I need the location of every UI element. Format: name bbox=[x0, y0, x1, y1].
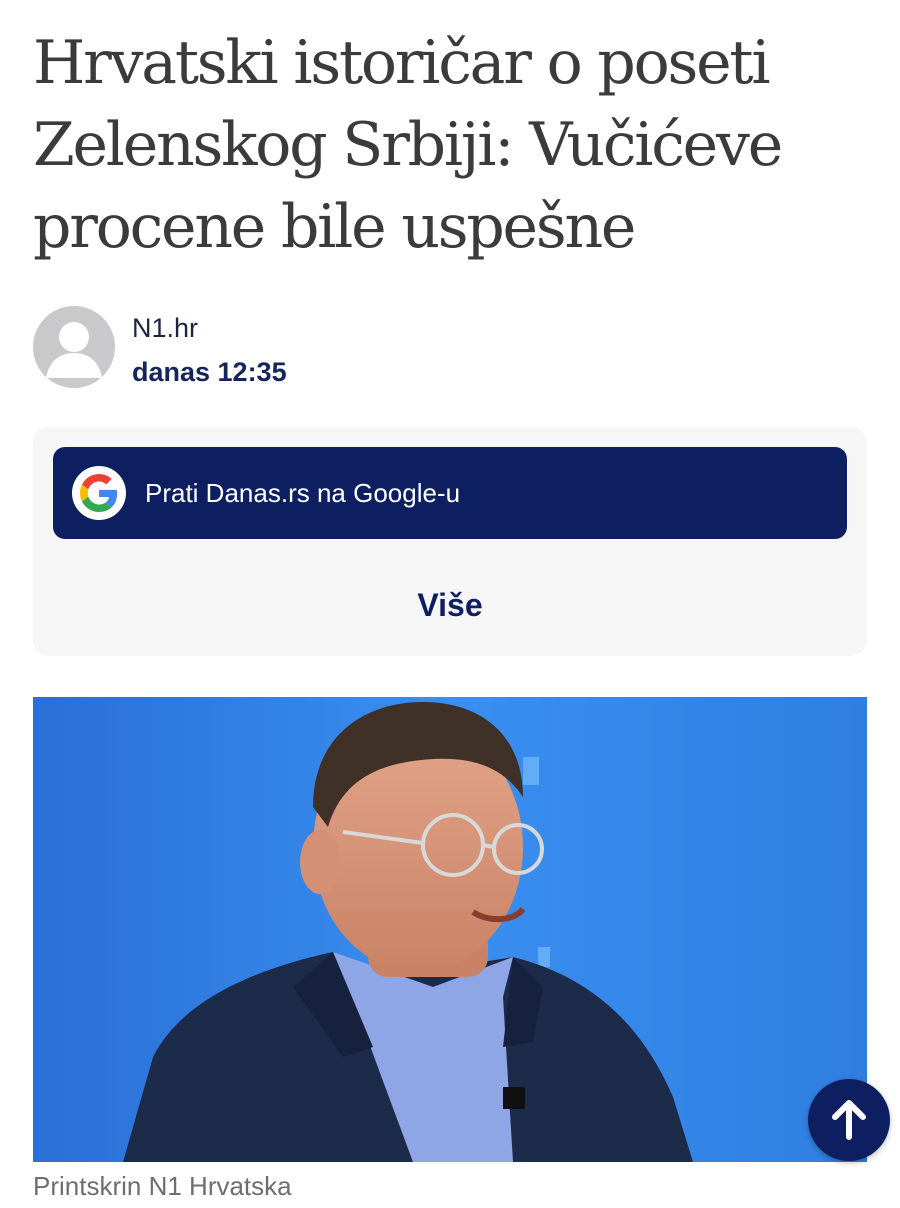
follow-google-label: Prati Danas.rs na Google-u bbox=[145, 477, 461, 508]
article-title: Hrvatski istoričar o poseti Zelenskog Sr… bbox=[33, 28, 783, 262]
author-name[interactable]: N1.hr bbox=[132, 313, 198, 344]
arrow-up-icon bbox=[832, 1100, 866, 1140]
google-g-icon bbox=[72, 466, 126, 520]
article-photo bbox=[33, 697, 867, 1162]
author-avatar-icon bbox=[33, 306, 115, 388]
scroll-to-top-button[interactable] bbox=[808, 1079, 890, 1161]
follow-google-button[interactable]: Prati Danas.rs na Google-u bbox=[53, 447, 847, 539]
publish-date: danas 12:35 bbox=[132, 357, 287, 387]
photo-caption: Printskrin N1 Hrvatska bbox=[33, 1171, 292, 1201]
follow-box: Prati Danas.rs na Google-u Više bbox=[33, 427, 867, 656]
more-button[interactable]: Više bbox=[33, 587, 867, 624]
